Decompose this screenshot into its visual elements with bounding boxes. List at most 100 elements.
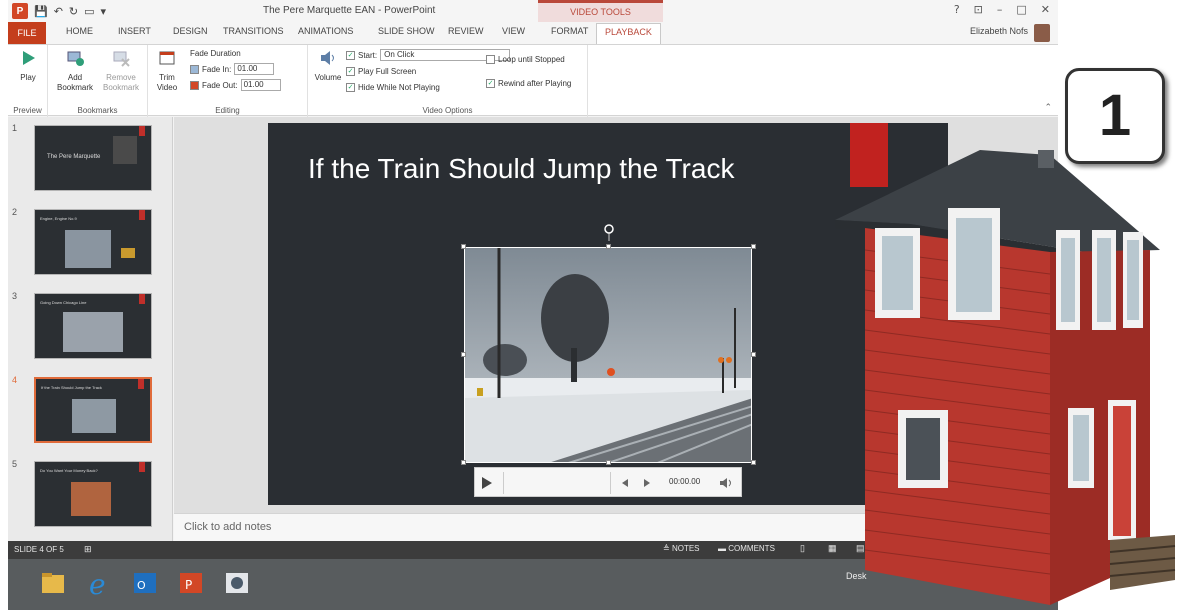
thumbnail-title: If the Train Should Jump the Track	[41, 385, 102, 390]
fade-duration-label: Fade Duration	[190, 49, 241, 58]
ribbon-display-button[interactable]: ⊡	[974, 3, 983, 16]
thumbnail-title: Engine, Engine No.9	[40, 216, 77, 221]
resize-handle[interactable]	[751, 460, 756, 465]
tab-review[interactable]: REVIEW	[448, 26, 484, 36]
fade-in-row: Fade In: 01.00	[190, 63, 275, 75]
thumbnail-image	[113, 136, 137, 164]
slide-thumbnail-3[interactable]: Going Down Chicago Line	[34, 293, 152, 359]
rewind-label: Rewind after Playing	[498, 79, 572, 88]
rewind-after-playing-checkbox[interactable]: ✓ Rewind after Playing	[486, 79, 571, 88]
media-app-icon[interactable]	[218, 565, 256, 601]
resize-handle[interactable]	[461, 244, 466, 249]
redo-icon[interactable]: ↻	[69, 5, 78, 18]
video-options-group-label: Video Options	[422, 106, 473, 115]
video-still-image	[465, 248, 751, 462]
user-name[interactable]: Elizabeth Nofs	[970, 26, 1028, 36]
player-back-icon[interactable]	[621, 478, 629, 488]
resize-handle[interactable]	[461, 352, 466, 357]
minimize-button[interactable]: –	[997, 3, 1003, 16]
thumbnail-image	[121, 248, 135, 258]
outlook-icon[interactable]: O	[126, 565, 164, 601]
close-button[interactable]: ✕	[1041, 3, 1050, 16]
maximize-button[interactable]: □	[1016, 3, 1026, 16]
preview-group: Play Preview	[8, 45, 48, 117]
avatar[interactable]	[1034, 24, 1050, 42]
player-timeline[interactable]	[503, 472, 611, 494]
video-frame[interactable]	[464, 247, 752, 463]
thumbnail-number: 2	[12, 207, 18, 217]
hide-while-not-playing-label: Hide While Not Playing	[358, 83, 440, 92]
help-button[interactable]: ?	[954, 3, 960, 16]
comments-label: COMMENTS	[728, 544, 775, 553]
tab-design[interactable]: DESIGN	[173, 26, 208, 36]
player-forward-icon[interactable]	[643, 478, 651, 488]
tab-playback[interactable]: PLAYBACK	[596, 23, 661, 44]
resize-handle[interactable]	[606, 244, 611, 249]
fade-in-spinner[interactable]: 01.00	[234, 63, 275, 75]
thumbnail-image	[71, 482, 111, 516]
slide-thumbnail-1[interactable]: The Pere Marquette	[34, 125, 152, 191]
rewind-check-icon: ✓	[486, 79, 495, 88]
play-full-screen-checkbox[interactable]: ✓ Play Full Screen	[346, 67, 416, 76]
powerpoint-taskbar-icon[interactable]: P	[172, 565, 210, 601]
trim-video-label: Trim Video	[156, 73, 178, 92]
loop-until-stopped-checkbox[interactable]: Loop until Stopped	[486, 55, 565, 64]
resize-handle[interactable]	[751, 352, 756, 357]
volume-button[interactable]: Volume	[312, 49, 344, 83]
tab-insert[interactable]: INSERT	[118, 26, 151, 36]
tab-format[interactable]: FORMAT	[551, 26, 588, 36]
comments-button[interactable]: ▬ COMMENTS	[718, 544, 775, 553]
hide-while-not-playing-check-icon: ✓	[346, 83, 355, 92]
play-button[interactable]: Play	[14, 49, 42, 83]
fade-out-spinner[interactable]: 01.00	[240, 79, 281, 91]
normal-view-icon[interactable]: ▯	[800, 543, 805, 554]
remove-bookmark-button[interactable]: Remove Bookmark	[100, 49, 142, 93]
volume-icon	[321, 51, 334, 65]
resize-handle[interactable]	[461, 460, 466, 465]
start-icon: ✓	[346, 50, 355, 60]
signal-tower-illustration	[835, 150, 1176, 605]
file-explorer-icon[interactable]	[34, 565, 72, 601]
customize-icon[interactable]: ▾	[101, 5, 107, 18]
save-icon[interactable]: 💾	[34, 5, 48, 18]
player-play-icon[interactable]	[481, 476, 493, 490]
notes-button[interactable]: ≜ NOTES	[663, 544, 700, 553]
add-bookmark-label: Add Bookmark	[56, 73, 93, 92]
present-icon[interactable]: ▭	[84, 5, 94, 18]
add-bookmark-button[interactable]: Add Bookmark	[54, 49, 96, 93]
play-label: Play	[20, 73, 36, 82]
bookmarks-group-label: Bookmarks	[77, 106, 118, 115]
tab-file[interactable]: FILE	[8, 22, 46, 44]
video-player-controls: 00:00.00	[474, 467, 742, 497]
slide-title[interactable]: If the Train Should Jump the Track	[308, 153, 734, 185]
thumbnail-number: 4	[12, 375, 18, 385]
resize-handle[interactable]	[751, 244, 756, 249]
spelling-icon[interactable]: ⊞	[84, 544, 92, 555]
internet-explorer-icon[interactable]: e	[80, 565, 118, 601]
tab-slide-show[interactable]: SLIDE SHOW	[378, 26, 435, 36]
fade-in-label: Fade In:	[202, 64, 232, 74]
trim-video-button[interactable]: Trim Video	[152, 49, 182, 93]
thumbnail-accent	[138, 379, 144, 389]
rotate-handle-icon[interactable]	[602, 223, 616, 241]
notes-label: NOTES	[671, 544, 700, 553]
preview-group-label: Preview	[13, 106, 42, 115]
slide-thumbnail-5[interactable]: Do You Want Your Money Back?	[34, 461, 152, 527]
play-full-screen-check-icon: ✓	[346, 67, 355, 76]
slide-thumbnail-2[interactable]: Engine, Engine No.9	[34, 209, 152, 275]
tab-transitions[interactable]: TRANSITIONS	[223, 26, 284, 36]
trim-video-icon	[159, 51, 175, 65]
slide-thumbnail-4[interactable]: If the Train Should Jump the Track	[34, 377, 152, 443]
collapse-ribbon-icon[interactable]: ⌃	[1044, 102, 1052, 113]
undo-icon[interactable]: ↶	[54, 5, 63, 18]
loop-check-icon	[486, 55, 495, 64]
player-volume-icon[interactable]	[719, 477, 733, 489]
hide-while-not-playing-checkbox[interactable]: ✓ Hide While Not Playing	[346, 83, 440, 92]
thumbnail-image	[65, 230, 111, 268]
tab-view[interactable]: VIEW	[502, 26, 525, 36]
resize-handle[interactable]	[606, 460, 611, 465]
tab-animations[interactable]: ANIMATIONS	[298, 26, 353, 36]
remove-bookmark-label: Remove Bookmark	[102, 73, 139, 92]
tab-home[interactable]: HOME	[66, 26, 93, 36]
thumbnail-number: 1	[12, 123, 18, 133]
